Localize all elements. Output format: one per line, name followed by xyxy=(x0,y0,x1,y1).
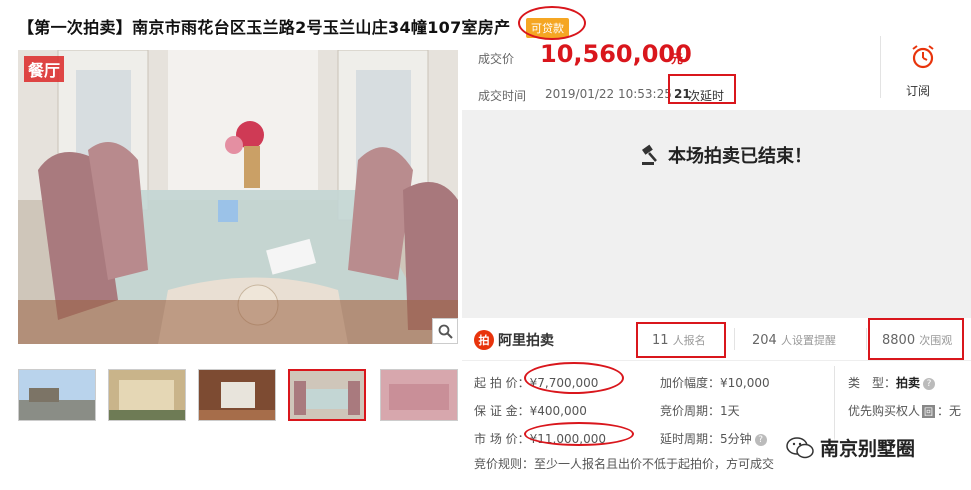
increment-row: 加价幅度：¥10,000 xyxy=(660,374,770,391)
deal-time-label: 成交时间 xyxy=(478,89,527,103)
reminders-stat: 204 人设置提醒 xyxy=(752,332,836,348)
auction-details: 起 拍 价：¥7,700,000 加价幅度：¥10,000 类 型：拍卖? 保 … xyxy=(462,362,971,490)
deal-price-unit: 元 xyxy=(671,52,684,66)
increment-label: 加价幅度： xyxy=(660,376,721,390)
rules-label: 竞价规则： xyxy=(474,457,535,471)
delay-value: 5分钟 xyxy=(720,432,752,446)
priority-label: 优先购买权人 xyxy=(848,404,921,418)
highlight-ellipse xyxy=(524,422,634,446)
cycle-row: 竞价周期：1天 xyxy=(660,402,740,419)
highlight-ellipse xyxy=(524,362,624,394)
ended-message: 本场拍卖已结束！ xyxy=(640,142,812,168)
subscribe-button[interactable] xyxy=(910,44,936,74)
help-icon[interactable]: ? xyxy=(923,377,936,390)
increment-value: ¥10,000 xyxy=(720,376,770,390)
alibaba-auction-icon: 拍 xyxy=(474,330,494,350)
thumbnail[interactable] xyxy=(18,369,96,421)
deal-price: 10,560,000 xyxy=(540,40,692,68)
deal-price-label: 成交价 xyxy=(478,52,515,66)
wechat-watermark: 南京别墅圈 xyxy=(786,434,915,461)
market-price-label: 市 场 价： xyxy=(474,432,530,446)
delay-row: 延时周期：5分钟? xyxy=(660,430,767,447)
thumbnail[interactable] xyxy=(380,369,458,421)
highlight-box xyxy=(636,322,726,358)
gavel-icon xyxy=(642,144,657,165)
rules-value: 至少一人报名且出价不低于起拍价，方可成交 xyxy=(534,457,775,471)
zoom-button[interactable] xyxy=(432,318,458,344)
help-icon[interactable]: ? xyxy=(754,433,767,446)
thumbnail-active[interactable] xyxy=(288,369,366,421)
cycle-value: 1天 xyxy=(720,404,740,418)
room-label: 餐厅 xyxy=(24,56,65,82)
deposit-row: 保 证 金：¥400,000 xyxy=(474,402,587,419)
delay-label: 延时周期： xyxy=(660,432,721,446)
platform-name: 阿里拍卖 xyxy=(498,333,554,349)
deposit-label: 保 证 金： xyxy=(474,404,530,418)
thumbnail[interactable] xyxy=(108,369,186,421)
priority-value: ：无 xyxy=(937,404,962,418)
main-photo[interactable]: 餐厅 xyxy=(18,50,458,344)
thumbnail-strip xyxy=(18,369,458,424)
deal-info: 成交价 10,560,000 元 成交时间 2019/01/22 10:53:2… xyxy=(462,36,971,110)
cycle-label: 竞价周期： xyxy=(660,404,721,418)
listing-title: 【第一次拍卖】南京市雨花台区玉兰路2号玉兰山庄34幢107室房产 xyxy=(18,18,511,37)
type-row: 类 型：拍卖? xyxy=(848,374,936,391)
wechat-icon xyxy=(786,436,814,458)
start-price-label: 起 拍 价： xyxy=(474,376,530,390)
magnifier-icon xyxy=(438,324,453,339)
rules-row: 竞价规则：至少一人报名且出价不低于起拍价，方可成交 xyxy=(474,455,774,472)
type-value: 拍卖 xyxy=(896,376,921,390)
ended-text: 本场拍卖已结束！ xyxy=(668,146,812,167)
stats-bar: 拍 阿里拍卖 11 人报名 204 人设置提醒 8800 次围观 xyxy=(462,318,971,361)
highlight-box xyxy=(868,318,964,360)
divider xyxy=(866,328,867,350)
divider xyxy=(880,36,881,98)
highlight-ellipse xyxy=(518,6,586,40)
platform-logo: 拍 阿里拍卖 xyxy=(474,330,554,350)
watermark-text: 南京别墅圈 xyxy=(820,438,916,460)
divider xyxy=(734,328,735,350)
dining-room-photo xyxy=(18,50,458,344)
type-label: 类 型： xyxy=(848,376,897,390)
auction-ended-panel: 本场拍卖已结束！ xyxy=(462,110,971,318)
thumbnail[interactable] xyxy=(198,369,276,421)
subscribe-label[interactable]: 订阅 xyxy=(906,82,930,99)
highlight-box xyxy=(668,74,736,104)
deposit-value: ¥400,000 xyxy=(529,404,587,418)
reminders-label: 人设置提醒 xyxy=(780,334,836,347)
priority-badge: 回 xyxy=(922,405,936,418)
reminders-count: 204 xyxy=(752,333,777,348)
deal-time: 2019/01/22 10:53:25 xyxy=(545,87,672,101)
alarm-clock-icon xyxy=(912,45,934,69)
priority-row: 优先购买权人回：无 xyxy=(848,402,961,419)
